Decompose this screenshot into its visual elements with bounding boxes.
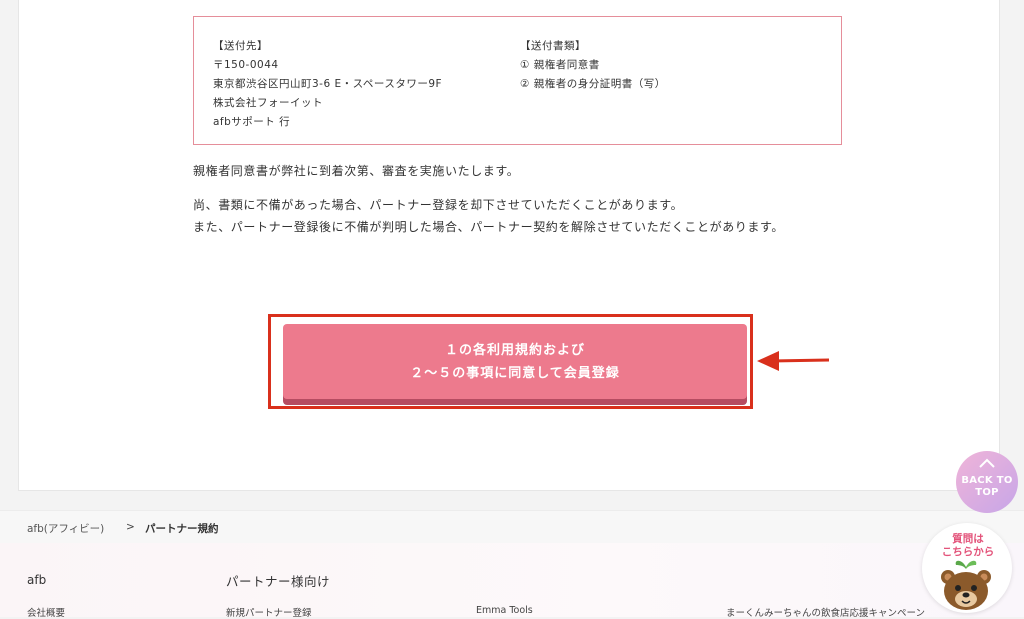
- faq-label-line1: 質問は: [952, 533, 984, 545]
- breadcrumb: afb(アフィビー) > パートナー規約: [0, 510, 1024, 544]
- agree-and-register-button[interactable]: １の各利用規約および ２～５の事項に同意して会員登録: [283, 324, 747, 399]
- site-footer: afb パートナー様向け 会社概要 新規パートナー登録 Emma Tools ま…: [0, 543, 1024, 619]
- mailing-address-heading: 【送付先】: [213, 40, 268, 52]
- cancellation-notice: また、パートナー登録後に不備が判明した場合、パートナー契約を解除させていただくこ…: [193, 220, 785, 234]
- document-item: ① 親権者同意書: [520, 59, 600, 71]
- company-name: 株式会社フォーイット: [213, 97, 323, 109]
- breadcrumb-home-link[interactable]: afb(アフィビー): [27, 521, 104, 536]
- footer-link-emma-tools[interactable]: Emma Tools: [476, 605, 533, 616]
- mailing-address-column: 【送付先】 〒150-0044 東京都渋谷区円山町3-6 E・スペースタワー9F…: [213, 37, 442, 132]
- footer-partner-heading: パートナー様向け: [226, 574, 331, 589]
- bear-mascot-icon: [941, 560, 991, 610]
- breadcrumb-current: パートナー規約: [145, 523, 219, 535]
- highlight-frame: １の各利用規約および ２～５の事項に同意して会員登録: [268, 314, 753, 409]
- back-to-top-line2: TOP: [975, 487, 999, 498]
- back-to-top-button[interactable]: BACK TO TOP: [956, 451, 1018, 513]
- documents-heading: 【送付書類】: [520, 40, 586, 52]
- arrow-left-icon: [757, 351, 830, 371]
- mailing-info-box: 【送付先】 〒150-0044 東京都渋谷区円山町3-6 E・スペースタワー9F…: [193, 16, 842, 145]
- cta-label-line2: ２～５の事項に同意して会員登録: [410, 365, 620, 381]
- breadcrumb-separator: >: [126, 521, 135, 533]
- street-address: 東京都渋谷区円山町3-6 E・スペースタワー9F: [213, 78, 443, 90]
- postal-code: 〒150-0044: [213, 59, 279, 71]
- cta-label-line1: １の各利用規約および: [444, 342, 585, 358]
- chevron-up-icon: [979, 458, 995, 468]
- rejection-notice: 尚、書類に不備があった場合、パートナー登録を却下させていただくことがあります。: [193, 198, 684, 212]
- review-notice: 親権者同意書が弊社に到着次第、審査を実施いたします。: [193, 164, 520, 178]
- recipient-name: afbサポート 行: [213, 116, 291, 128]
- back-to-top-line1: BACK TO: [961, 475, 1013, 486]
- document-item: ② 親権者の身分証明書（写）: [520, 78, 666, 90]
- footer-brand: afb: [27, 573, 47, 587]
- documents-column: 【送付書類】 ① 親権者同意書 ② 親権者の身分証明書（写）: [520, 37, 666, 94]
- faq-widget-button[interactable]: 質問は こちらから: [922, 523, 1014, 617]
